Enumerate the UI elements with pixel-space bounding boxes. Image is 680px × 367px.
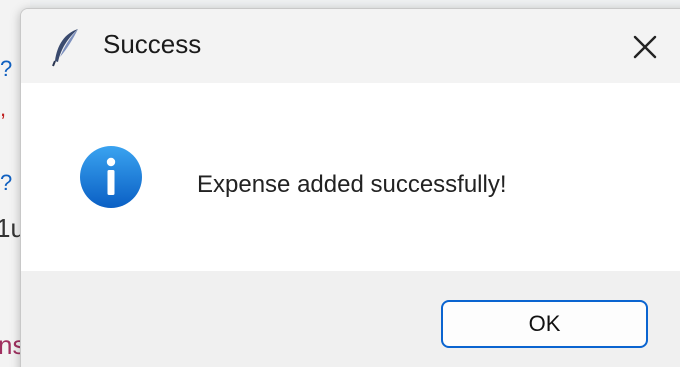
background-text-fragment: ?: [0, 170, 13, 195]
dialog-footer: OK: [21, 271, 680, 367]
dialog-titlebar[interactable]: Success: [21, 9, 680, 83]
dialog-content: Expense added successfully!: [21, 83, 680, 271]
success-dialog: Success Expense added successfully! OK: [20, 8, 680, 367]
dialog-title: Success: [103, 29, 202, 59]
dialog-message: Expense added successfully!: [197, 171, 507, 198]
feather-icon: [51, 27, 83, 67]
background-text-fragment: ,: [0, 96, 7, 121]
close-icon: [633, 35, 657, 59]
close-button[interactable]: [621, 23, 669, 71]
info-icon: [79, 145, 143, 209]
background-text-fragment: ?: [0, 56, 13, 81]
ok-button[interactable]: OK: [441, 300, 648, 348]
